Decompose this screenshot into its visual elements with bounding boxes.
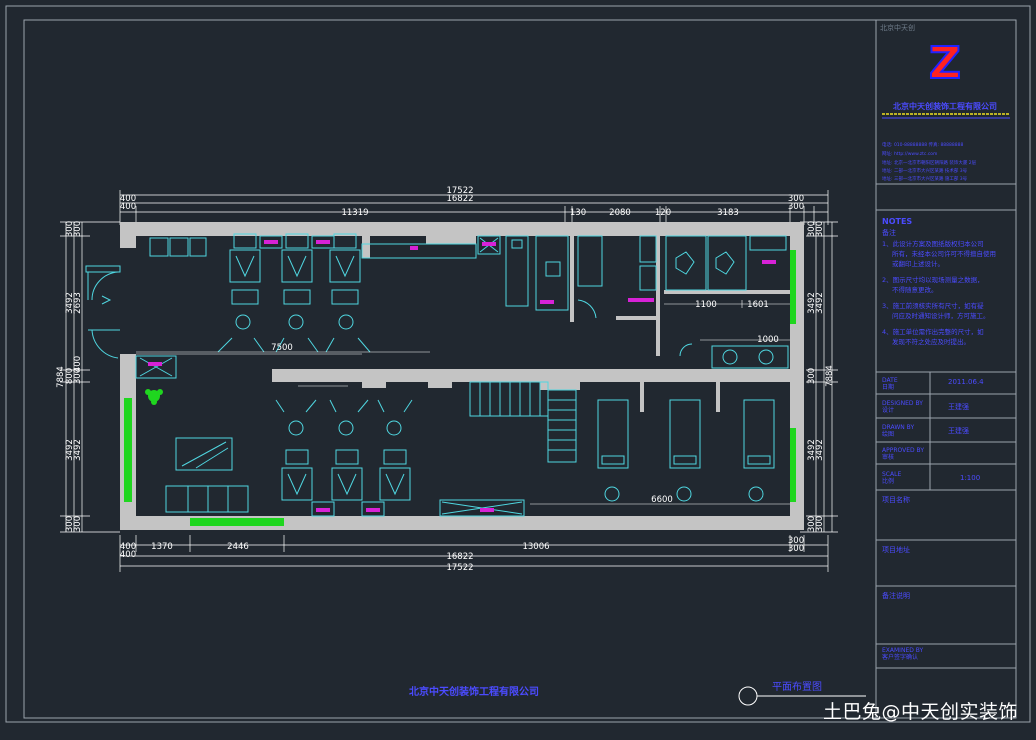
plant-icon — [145, 389, 163, 405]
dim-left-part: 300 — [73, 221, 83, 237]
dim-bottom-part: 2446 — [227, 542, 249, 552]
date-label: DATE 日期 — [882, 377, 898, 391]
dim-right-part: 3492 — [815, 439, 825, 461]
dim-bottom-part: 300 — [788, 544, 804, 554]
dim-top-part: 11319 — [341, 208, 368, 218]
drawn-label: DRAWN BY 绘图 — [882, 424, 914, 438]
bottom-dimensions — [119, 535, 829, 572]
dim-top-part: 3183 — [717, 208, 739, 218]
project-name-label: 项目名称 — [882, 495, 910, 504]
dim-right-total: 7884 — [825, 365, 835, 387]
dim-left-part: 3492 — [73, 439, 83, 461]
dim-right-part: 300 — [815, 516, 825, 532]
customer-label: EXAMINED BY 客户签字确认 — [882, 647, 924, 661]
designed-label: DESIGNED BY 设计 — [882, 400, 923, 414]
notes-subtitle: 备注 — [882, 228, 896, 237]
contact-line: 电话: 010-88888888 传真: 88888888 — [882, 141, 963, 148]
scale-label: SCALE 比例 — [882, 471, 901, 485]
contact-line: 网址: http://www.ztc.com — [882, 150, 937, 157]
company-name: 北京中天创装饰工程有限公司 — [893, 101, 997, 111]
dim-interior: 1100 — [695, 300, 717, 310]
dim-bottom-part: 1370 — [151, 542, 173, 552]
dim-top-part: 130 — [570, 208, 586, 218]
dim-bottom-sub: 16822 — [446, 552, 473, 562]
dim-interior: 7500 — [271, 343, 293, 353]
dim-left-part: 300 — [73, 516, 83, 532]
drawing-title: 平面布置图 — [772, 681, 822, 693]
title-block — [875, 19, 1017, 719]
contact-line: 地址: 北京一北京市朝阳区朝阳路 装饰大厦 2层 — [882, 159, 977, 166]
drawing-title-bubble — [738, 686, 758, 706]
dim-right-part: 300 — [815, 221, 825, 237]
dim-top-part: 300 — [788, 202, 804, 212]
company-logo: Z — [929, 38, 961, 89]
dim-right-part: 300 — [807, 368, 817, 384]
dim-interior: 1000 — [757, 335, 779, 345]
project-address-label: 项目地址 — [882, 545, 910, 554]
contact-line: 地址: 三部一北京市大兴区某路 施工部 3号 — [882, 175, 968, 182]
dim-top-part: 400 — [120, 202, 136, 212]
dim-left-part: 2693 — [73, 292, 83, 314]
dim-bottom-part: 13006 — [522, 542, 549, 552]
note-item: 4、施工单位需作出完整的尺寸，如发现不符之处应及时提出。 — [882, 327, 984, 346]
dim-left-part: 400 — [73, 356, 83, 372]
notes-title: NOTES — [882, 217, 912, 226]
note-item: 3、施工前须核实所有尺寸，如有疑问应及时通知设计师，方可施工。 — [882, 301, 990, 320]
date-value: 2011.06.4 — [948, 378, 984, 386]
drawing-note-label: 备注说明 — [882, 591, 910, 600]
interior-dimensions — [136, 300, 790, 505]
note-item: 1、此设计方案及图纸版权归本公司所有，未经本公司许可不得擅自使用或翻印上述设计。 — [882, 239, 996, 268]
dim-top-part: 2080 — [609, 208, 631, 218]
dim-bottom-total: 17522 — [446, 563, 473, 573]
scale-value: 1:100 — [960, 474, 980, 482]
contact-line: 地址: 二部一北京市大兴区某路 技术部 3号 — [882, 167, 968, 174]
floor-plan-drawing: 17522 16822 400 11319 130 2080 120 3183 … — [5, 5, 1031, 723]
dim-top-sub: 16822 — [446, 194, 473, 204]
dim-right-part: 3492 — [815, 292, 825, 314]
dim-top-part: 120 — [655, 208, 671, 218]
dim-interior: 6600 — [651, 495, 673, 505]
walls — [120, 222, 804, 530]
title-block-header: 北京中天创 — [880, 23, 915, 32]
watermark: 土巴兔@中天创实装饰 — [822, 701, 1018, 723]
designed-value: 王建强 — [948, 402, 969, 411]
dim-bottom-part: 400 — [120, 550, 136, 560]
approved-label: APPROVED BY 审核 — [882, 447, 924, 461]
note-item: 2、图示尺寸均以现场测量之数据，不得随意更改。 — [882, 275, 984, 294]
notes-list: 1、此设计方案及图纸版权归本公司所有，未经本公司许可不得擅自使用或翻印上述设计。… — [882, 239, 996, 346]
dim-interior: 1601 — [747, 300, 769, 310]
drawn-value: 王建强 — [948, 426, 969, 435]
bottom-company-name: 北京中天创装饰工程有限公司 — [409, 685, 539, 698]
